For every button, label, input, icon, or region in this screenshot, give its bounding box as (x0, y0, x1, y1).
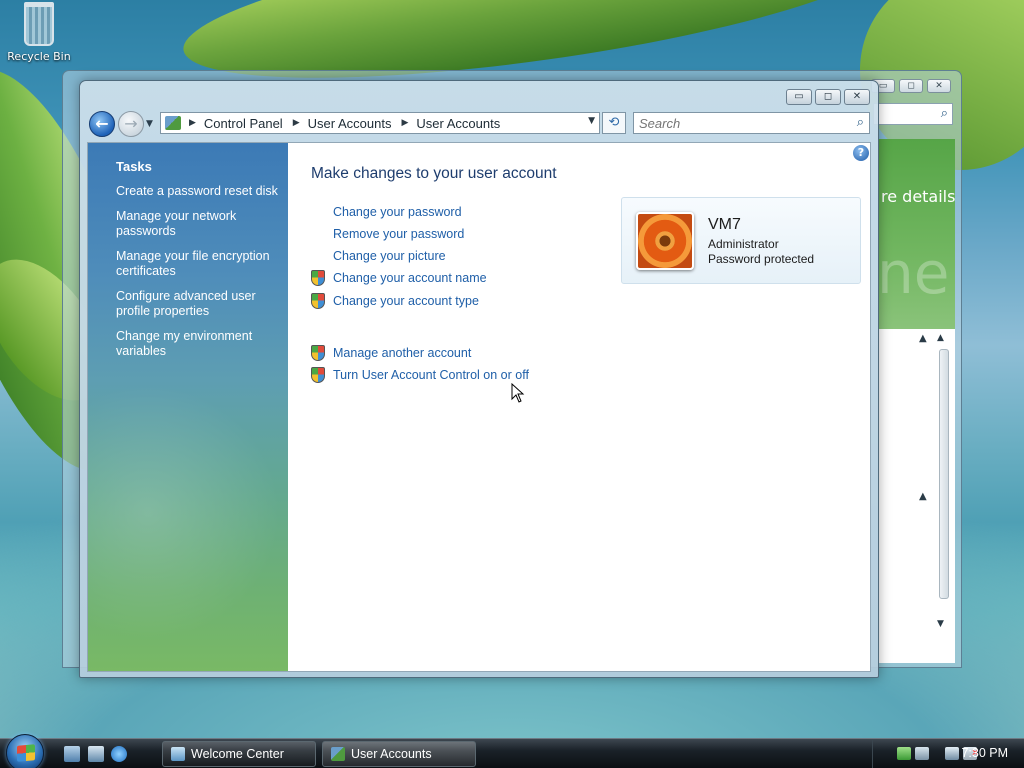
task-configure-advanced-profile[interactable]: Configure advanced user profile properti… (116, 289, 281, 319)
link-remove-password[interactable]: Remove your password (333, 227, 464, 241)
search-icon: ⌕ (940, 106, 948, 121)
uac-shield-icon (311, 345, 325, 361)
recent-pages-dropdown-icon[interactable]: ▼ (146, 119, 153, 129)
account-summary-card: VM7 Administrator Password protected (621, 197, 861, 284)
taskbar-button-label: Welcome Center (191, 747, 284, 761)
link-change-password[interactable]: Change your password (333, 205, 462, 219)
breadcrumb-separator-icon[interactable]: ▶ (293, 118, 300, 128)
bg-scrollbar[interactable]: ▲ ▼ (937, 333, 951, 633)
window-controls: ▭ ◻ ✕ (786, 89, 870, 105)
tasks-heading: Tasks (116, 159, 152, 174)
refresh-button[interactable]: ⟲ (602, 112, 626, 134)
link-change-account-name[interactable]: Change your account name (333, 271, 487, 285)
link-manage-another-account[interactable]: Manage another account (333, 346, 471, 360)
bg-maximize-button[interactable]: ◻ (899, 79, 923, 93)
link-change-picture[interactable]: Change your picture (333, 249, 446, 263)
task-manage-network-passwords[interactable]: Manage your network passwords (116, 209, 281, 239)
bg-details-text: re details (881, 187, 956, 206)
clock[interactable]: 7:30 PM (961, 746, 1008, 760)
tasks-sidebar: Tasks Create a password reset disk Manag… (88, 143, 288, 671)
address-dropdown-icon[interactable]: ▼ (588, 116, 595, 126)
bg-search-box[interactable]: ⌕ (873, 103, 953, 125)
task-manage-file-encryption-certificates[interactable]: Manage your file encryption certificates (116, 249, 281, 279)
switch-windows-icon[interactable] (88, 746, 104, 762)
forward-button[interactable]: → (118, 111, 144, 137)
taskbar-button-welcome-center[interactable]: Welcome Center (162, 741, 316, 767)
taskbar: Welcome Center User Accounts ✕ 7:30 PM (0, 734, 1024, 768)
minimize-button[interactable]: ▭ (786, 89, 812, 105)
content-area: Tasks Create a password reset disk Manag… (87, 142, 871, 672)
page-title: Make changes to your user account (311, 165, 557, 182)
search-box[interactable]: ⌕ (633, 112, 870, 134)
main-panel: Make changes to your user account Change… (288, 143, 872, 671)
task-change-environment-variables[interactable]: Change my environment variables (116, 329, 281, 359)
search-icon[interactable]: ⌕ (857, 115, 864, 130)
bg-welcome-banner: re details ne (877, 139, 956, 329)
show-desktop-icon[interactable] (64, 746, 80, 762)
address-bar[interactable]: ▶ Control Panel ▶ User Accounts ▶ User A… (160, 112, 600, 134)
account-name: VM7 (708, 216, 741, 233)
control-panel-icon (165, 116, 181, 130)
user-accounts-window[interactable]: ▭ ◻ ✕ ← → ▼ ▶ Control Panel ▶ User Accou… (79, 80, 879, 678)
recycle-bin-label: Recycle Bin (7, 50, 71, 63)
user-avatar[interactable] (636, 212, 694, 270)
start-button[interactable] (6, 734, 44, 768)
windows-logo-icon (17, 744, 35, 762)
close-button[interactable]: ✕ (844, 89, 870, 105)
uac-shield-icon (311, 293, 325, 309)
back-button[interactable]: ← (89, 111, 115, 137)
breadcrumb-separator-icon[interactable]: ▶ (189, 118, 196, 128)
breadcrumb-user-accounts-current[interactable]: User Accounts (416, 116, 500, 131)
system-tray: ✕ 7:30 PM (872, 739, 1024, 768)
security-center-icon[interactable] (897, 747, 911, 760)
background-window-controls: ▭ ◻ ✕ (871, 79, 951, 93)
uac-shield-icon (311, 270, 325, 286)
network-adapter-icon[interactable] (915, 747, 929, 760)
search-input[interactable] (634, 113, 834, 133)
chevron-up-icon[interactable]: ▲ (919, 333, 927, 344)
bg-close-button[interactable]: ✕ (927, 79, 951, 93)
scrollbar-thumb[interactable] (939, 349, 949, 599)
uac-shield-icon (311, 367, 325, 383)
welcome-center-icon (171, 747, 185, 761)
refresh-icon: ⟲ (608, 115, 620, 130)
chevron-up-icon[interactable]: ▲ (919, 491, 927, 502)
breadcrumb-control-panel[interactable]: Control Panel (204, 116, 283, 131)
link-turn-uac-on-off[interactable]: Turn User Account Control on or off (333, 368, 529, 382)
taskbar-button-label: User Accounts (351, 747, 432, 761)
breadcrumb-separator-icon[interactable]: ▶ (401, 118, 408, 128)
scroll-down-arrow-icon[interactable]: ▼ (937, 619, 951, 633)
network-icon[interactable] (945, 747, 959, 760)
internet-explorer-icon[interactable] (111, 746, 127, 762)
bg-big-text: ne (877, 239, 950, 307)
breadcrumb-user-accounts[interactable]: User Accounts (308, 116, 392, 131)
arrow-right-icon: → (124, 114, 138, 133)
help-icon[interactable]: ? (853, 145, 869, 161)
scroll-up-arrow-icon[interactable]: ▲ (937, 333, 951, 347)
account-password-status: Password protected (708, 252, 815, 266)
arrow-left-icon: ← (95, 114, 109, 133)
account-type: Administrator (708, 237, 779, 251)
link-change-account-type[interactable]: Change your account type (333, 294, 479, 308)
task-create-password-reset-disk[interactable]: Create a password reset disk (116, 184, 281, 199)
user-accounts-icon (331, 747, 345, 761)
desktop-icon-recycle-bin[interactable]: Recycle Bin (6, 2, 72, 63)
taskbar-button-user-accounts[interactable]: User Accounts (322, 741, 476, 767)
maximize-button[interactable]: ◻ (815, 89, 841, 105)
recycle-bin-icon (24, 2, 54, 46)
